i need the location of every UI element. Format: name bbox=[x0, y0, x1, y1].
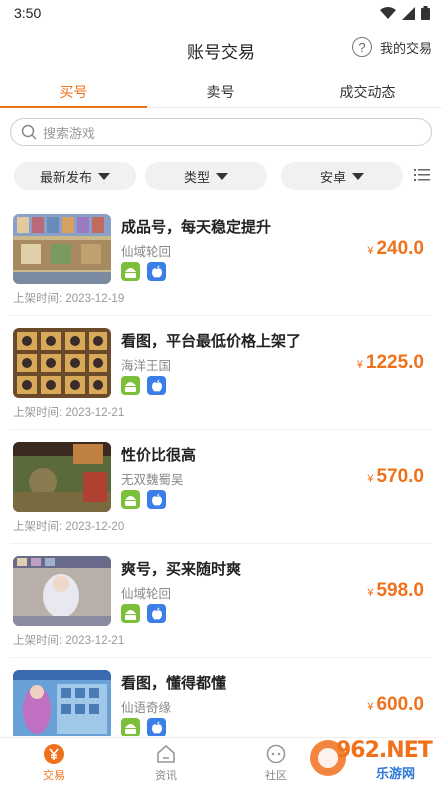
tab-deal-feed[interactable]: 成交动态 bbox=[294, 74, 441, 107]
nav-community-label: 社区 bbox=[265, 770, 287, 782]
list-item[interactable]: 爽号，买来随时爽 仙域轮回 ¥598.0 上架时间: 2023-12-21 bbox=[0, 556, 442, 668]
apple-icon bbox=[147, 262, 166, 281]
nav-news[interactable]: 资讯 bbox=[136, 743, 196, 783]
signal-icon bbox=[402, 6, 415, 20]
watermark-sub: 乐游网 bbox=[376, 767, 416, 782]
filter-sort[interactable]: 最新发布 bbox=[14, 162, 136, 190]
listing-game: 无双魏蜀吴 bbox=[121, 473, 184, 487]
nav-community[interactable]: 社区 bbox=[246, 743, 306, 783]
watermark-logo: 962.NET 乐游网 bbox=[306, 736, 436, 782]
listing-title: 性价比很高 bbox=[121, 447, 197, 464]
platform-badges bbox=[121, 604, 166, 623]
apple-icon bbox=[147, 718, 166, 736]
yen-circle-icon bbox=[44, 744, 64, 764]
listing-title: 看图，懂得都懂 bbox=[121, 675, 227, 692]
nav-trade[interactable]: 交易 bbox=[24, 743, 84, 783]
listing-price: ¥1225.0 bbox=[356, 352, 424, 373]
divider bbox=[10, 543, 432, 544]
listing-thumbnail bbox=[13, 556, 111, 626]
listing-date: 上架时间: 2023-12-21 bbox=[13, 635, 125, 647]
listing-price: ¥598.0 bbox=[367, 580, 424, 601]
list-view-icon[interactable] bbox=[414, 168, 430, 182]
platform-badges bbox=[121, 490, 166, 509]
listing-thumbnail bbox=[13, 442, 111, 512]
divider bbox=[10, 429, 432, 430]
tab-sell[interactable]: 卖号 bbox=[147, 74, 294, 107]
listing-date: 上架时间: 2023-12-19 bbox=[13, 293, 125, 305]
android-icon bbox=[121, 718, 140, 736]
list-item[interactable]: 看图，懂得都懂 仙语奇缘 ¥600.0 bbox=[0, 670, 442, 736]
nav-news-label: 资讯 bbox=[155, 770, 177, 782]
android-icon bbox=[121, 604, 140, 623]
nav-trade-label: 交易 bbox=[43, 770, 65, 782]
filter-bar: 最新发布 类型 安卓 bbox=[14, 162, 434, 190]
wifi-icon bbox=[380, 6, 396, 19]
listing-title: 看图，平台最低价格上架了 bbox=[121, 333, 302, 350]
platform-badges bbox=[121, 376, 166, 395]
status-time: 3:50 bbox=[14, 5, 42, 21]
caret-down-icon bbox=[98, 172, 110, 180]
status-icons bbox=[380, 6, 430, 20]
status-bar: 3:50 bbox=[0, 0, 442, 26]
apple-icon bbox=[147, 604, 166, 623]
search-input[interactable]: 搜索游戏 bbox=[10, 118, 432, 146]
divider bbox=[10, 315, 432, 316]
filter-platform[interactable]: 安卓 bbox=[281, 162, 403, 190]
listing-game: 仙语奇缘 bbox=[121, 701, 172, 715]
caret-down-icon bbox=[352, 172, 364, 180]
home-icon bbox=[157, 744, 175, 763]
header: 账号交易 ? 我的交易 bbox=[0, 30, 442, 70]
filter-type[interactable]: 类型 bbox=[145, 162, 267, 190]
listing-thumbnail bbox=[13, 670, 111, 736]
listing-price: ¥570.0 bbox=[367, 466, 424, 487]
listing-date: 上架时间: 2023-12-21 bbox=[13, 407, 125, 419]
help-icon[interactable]: ? bbox=[351, 37, 372, 57]
listing-price: ¥600.0 bbox=[367, 694, 424, 715]
tab-bar: 买号 卖号 成交动态 bbox=[0, 74, 442, 108]
filter-platform-label: 安卓 bbox=[319, 169, 346, 185]
search-icon bbox=[21, 124, 37, 140]
divider bbox=[10, 657, 432, 658]
platform-badges bbox=[121, 718, 166, 736]
list-item[interactable]: 成品号，每天稳定提升 仙域轮回 ¥240.0 上架时间: 2023-12-19 bbox=[0, 214, 442, 326]
listing-thumbnail bbox=[13, 214, 111, 284]
list-item[interactable]: 看图，平台最低价格上架了 海洋王国 ¥1225.0 上架时间: 2023-12-… bbox=[0, 328, 442, 440]
android-icon bbox=[121, 376, 140, 395]
battery-icon bbox=[421, 6, 430, 20]
android-icon bbox=[121, 262, 140, 281]
tab-buy[interactable]: 买号 bbox=[0, 74, 147, 108]
search-placeholder: 搜索游戏 bbox=[43, 125, 96, 141]
listing-game: 仙域轮回 bbox=[121, 245, 172, 259]
caret-down-icon bbox=[216, 172, 228, 180]
android-icon bbox=[121, 490, 140, 509]
listing-date: 上架时间: 2023-12-20 bbox=[13, 521, 125, 533]
listing-game: 仙域轮回 bbox=[121, 587, 172, 601]
chat-icon bbox=[266, 744, 286, 764]
apple-icon bbox=[147, 376, 166, 395]
listing-price: ¥240.0 bbox=[367, 238, 424, 259]
apple-icon bbox=[147, 490, 166, 509]
filter-type-label: 类型 bbox=[183, 169, 210, 185]
listing-game: 海洋王国 bbox=[121, 359, 172, 373]
platform-badges bbox=[121, 262, 166, 281]
listing-title: 成品号，每天稳定提升 bbox=[121, 219, 272, 236]
watermark-brand: 962.NET bbox=[336, 738, 433, 763]
my-deals-button[interactable]: ? 我的交易 bbox=[351, 37, 432, 57]
filter-sort-label: 最新发布 bbox=[39, 169, 92, 185]
list-item[interactable]: 性价比很高 无双魏蜀吴 ¥570.0 上架时间: 2023-12-20 bbox=[0, 442, 442, 554]
listing-thumbnail bbox=[13, 328, 111, 398]
listing-title: 爽号，买来随时爽 bbox=[121, 561, 242, 578]
my-deals-label: 我的交易 bbox=[379, 40, 432, 56]
